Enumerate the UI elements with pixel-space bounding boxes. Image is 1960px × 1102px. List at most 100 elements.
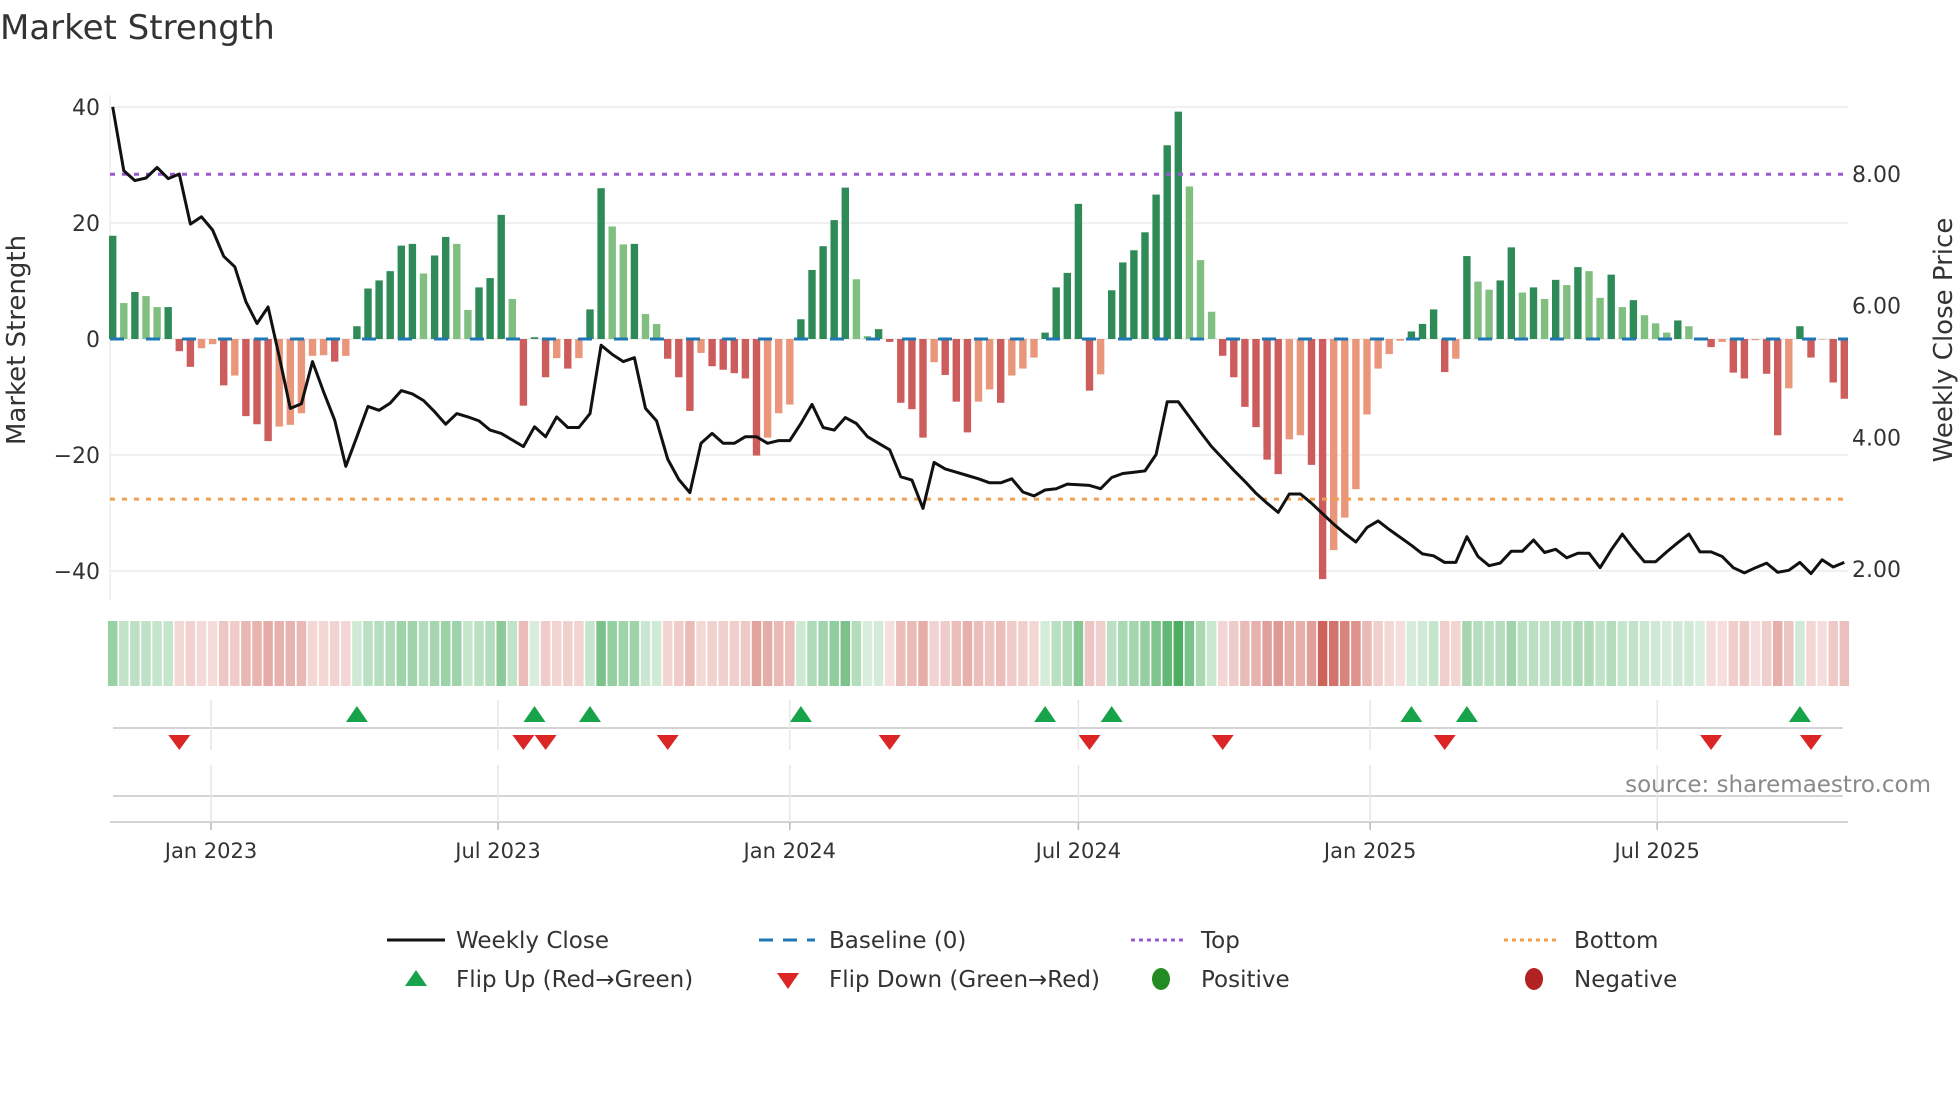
positive-bar xyxy=(1485,289,1493,339)
positive-bar xyxy=(475,287,483,339)
negative-bar xyxy=(1274,339,1282,475)
positive-bar xyxy=(1685,326,1693,339)
positive-bar xyxy=(1418,323,1427,339)
negative-bar xyxy=(1241,339,1249,407)
negative-bar xyxy=(1762,339,1771,374)
heat-cell xyxy=(1473,621,1483,686)
negative-bar xyxy=(1352,339,1360,490)
heat-cell xyxy=(1695,621,1705,686)
flip-down-icon xyxy=(777,973,799,989)
positive-bar xyxy=(1463,256,1471,339)
heat-cell xyxy=(1273,621,1283,686)
positive-bar xyxy=(397,245,405,339)
negative-bar xyxy=(1252,339,1260,428)
negative-bar xyxy=(908,339,916,410)
negative-bar xyxy=(952,339,960,402)
negative-bar xyxy=(1774,339,1782,436)
flip-down-marker xyxy=(512,735,535,750)
heat-cell xyxy=(463,621,473,686)
heat-cell xyxy=(1284,621,1295,686)
heat-cell xyxy=(1451,621,1461,686)
strength-bars xyxy=(109,111,1848,580)
heat-cell xyxy=(1018,621,1028,686)
heat-cell xyxy=(585,621,595,686)
heat-cell xyxy=(341,621,351,686)
negative-bar xyxy=(1396,339,1404,341)
heat-cell xyxy=(440,621,451,686)
heat-cell xyxy=(1129,621,1139,686)
negative-bar xyxy=(1374,339,1382,369)
heat-cell xyxy=(773,621,784,686)
heat-cell xyxy=(163,621,173,686)
heat-cell xyxy=(1317,621,1328,686)
heat-cell xyxy=(1684,621,1694,686)
negative-bar xyxy=(1829,339,1837,383)
heat-cell xyxy=(1384,621,1394,686)
heat-cell xyxy=(285,621,296,686)
positive-bar xyxy=(386,271,394,339)
right-tick-label: 4.00 xyxy=(1852,426,1901,451)
heat-cell xyxy=(1251,621,1261,686)
positive-bar xyxy=(1108,290,1116,339)
heat-cell xyxy=(1639,621,1650,686)
positive-bar xyxy=(1596,297,1604,339)
heat-cell xyxy=(152,621,162,686)
heat-cell xyxy=(1007,621,1017,686)
heat-cell xyxy=(918,621,928,686)
heat-cell xyxy=(274,621,284,686)
left-tick-label: −20 xyxy=(54,444,100,469)
flip-down-marker xyxy=(656,735,679,750)
heat-cell xyxy=(1484,621,1494,686)
heat-cell xyxy=(896,621,906,686)
negative-bar xyxy=(741,339,750,379)
negative-bar xyxy=(331,339,339,362)
x-tick-label: Jan 2024 xyxy=(742,839,837,863)
positive-bar xyxy=(1174,111,1182,339)
negative-bar xyxy=(1030,339,1038,358)
negative-bar xyxy=(1363,339,1371,415)
heat-cell xyxy=(207,621,218,686)
negative-bar xyxy=(686,339,694,411)
negative-bar xyxy=(730,339,738,374)
heat-cell xyxy=(196,621,207,686)
negative-bar xyxy=(1307,339,1316,465)
negative-bar xyxy=(763,339,772,438)
heat-cell xyxy=(1628,621,1639,686)
flip-down-marker xyxy=(168,735,191,750)
heat-cell xyxy=(696,621,706,686)
heat-cell xyxy=(1162,621,1172,686)
negative-bar xyxy=(342,339,350,356)
heat-cell xyxy=(1140,621,1150,686)
heat-cell xyxy=(363,621,373,686)
heat-cell xyxy=(1506,621,1517,686)
negative-bar xyxy=(675,339,683,378)
negative-bar xyxy=(1740,339,1749,379)
heat-cell xyxy=(1029,621,1039,686)
heat-cell xyxy=(318,621,329,686)
negative-bar xyxy=(1385,339,1393,355)
positive-bar xyxy=(619,244,627,339)
positive-bar xyxy=(652,323,661,339)
heat-cell xyxy=(740,621,751,686)
right-axis-title: Weekly Close Price xyxy=(1929,218,1959,463)
heat-cell xyxy=(496,621,506,686)
positive-bar xyxy=(1640,315,1649,339)
positive-bar xyxy=(453,243,461,339)
legend-positive: Positive xyxy=(1201,967,1290,993)
heat-cell xyxy=(973,621,984,686)
negative-bar xyxy=(564,339,572,369)
negative-bar xyxy=(1707,339,1715,348)
heat-cell xyxy=(1584,621,1594,686)
heat-cell xyxy=(851,621,862,686)
positive-bar xyxy=(1141,232,1149,339)
heat-cell xyxy=(662,621,673,686)
heat-cell xyxy=(429,621,440,686)
flip-up-marker xyxy=(1034,706,1057,722)
source-label: source: sharemaestro.com xyxy=(1625,772,1931,798)
heat-cell xyxy=(1550,621,1561,686)
heat-cell xyxy=(185,621,196,686)
negative-bar xyxy=(1718,339,1726,342)
heat-cell xyxy=(796,621,806,686)
negative-bar xyxy=(941,339,949,375)
heat-cell xyxy=(1395,621,1406,686)
